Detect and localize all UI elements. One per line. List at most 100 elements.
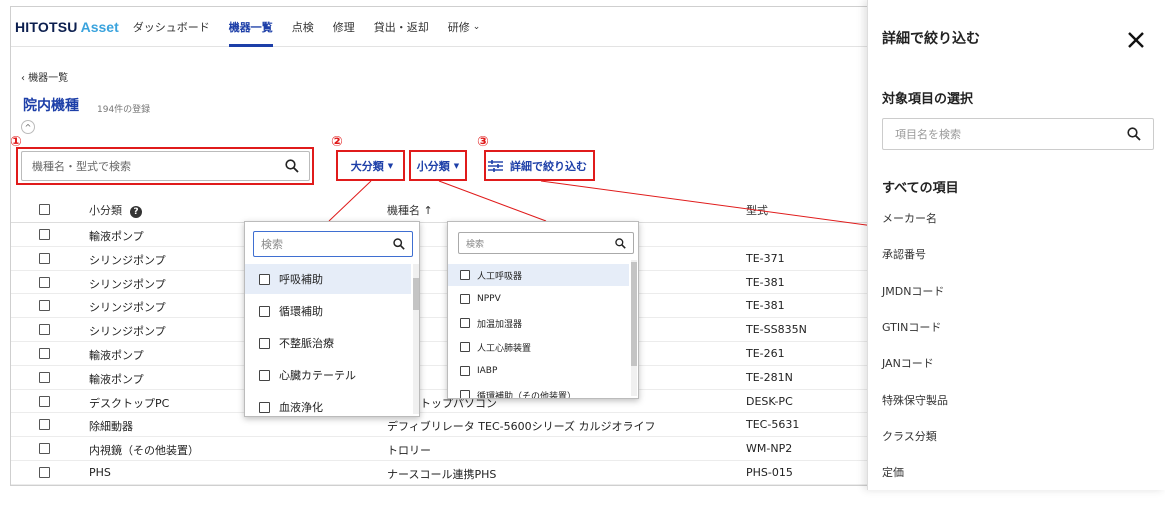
major-scroll-thumb[interactable] (413, 278, 419, 310)
help-icon[interactable]: ? (130, 206, 142, 218)
minor-scroll-thumb[interactable] (631, 262, 637, 366)
page-title: 院内機種 (23, 98, 79, 114)
row-checkbox[interactable] (39, 371, 50, 383)
cell-model-no: WM-NP2 (746, 442, 793, 456)
row-checkbox[interactable] (39, 229, 50, 240)
option-checkbox[interactable] (460, 366, 470, 376)
row-checkbox[interactable] (39, 347, 50, 359)
major-option[interactable]: 循環補助 (245, 296, 411, 326)
minor-option[interactable]: IABP (448, 360, 629, 382)
search-input[interactable]: 機種名・型式で検索 (21, 151, 310, 181)
table-row[interactable]: 輸液ポンプ TE-281N (11, 366, 881, 390)
select-all-checkbox[interactable] (39, 204, 50, 215)
row-checkbox[interactable] (39, 419, 50, 431)
nav-repair[interactable]: 修理 (333, 7, 355, 47)
nav-dashboard[interactable]: ダッシュボード (133, 7, 210, 47)
minor-option[interactable]: 循環補助（その他装置） (448, 384, 629, 398)
search-placeholder: 機種名・型式で検索 (32, 160, 131, 173)
row-checkbox[interactable] (39, 443, 50, 455)
annotation-number-3: ③ (477, 134, 489, 150)
option-checkbox[interactable] (259, 337, 270, 349)
column-category[interactable]: 小分類? (89, 202, 142, 218)
cell-category: 輸液ポンプ (89, 230, 144, 243)
major-option[interactable]: 不整脈治療 (245, 328, 411, 358)
panel-search-placeholder: 項目名を検索 (895, 128, 961, 141)
collapse-button[interactable]: ^ (21, 120, 35, 134)
minor-search-input[interactable]: 検索 (458, 232, 634, 254)
major-category-dropdown[interactable]: 大分類 ▼ (344, 154, 400, 178)
table-row[interactable]: 輸液ポンプ TE-261 (11, 342, 881, 366)
option-checkbox[interactable] (259, 401, 270, 413)
table-row[interactable]: 除細動器 デフィブリレータ TEC-5600シリーズ カルジオライフ TEC-563… (11, 413, 881, 438)
table-row[interactable]: PHS ナースコール連携PHS PHS-015 (11, 461, 881, 485)
minor-option[interactable]: 人工呼吸器 (448, 264, 629, 286)
table-row[interactable]: シリンジポンプ TE-SS835N (11, 318, 881, 342)
option-checkbox[interactable] (460, 318, 470, 328)
search-icon (285, 159, 299, 173)
cell-model-no: DESK-PC (746, 394, 793, 408)
panel-field-option[interactable]: クラス分類 (882, 428, 937, 444)
option-checkbox[interactable] (460, 390, 470, 398)
option-checkbox[interactable] (460, 342, 470, 352)
panel-field-option[interactable]: 定価 (882, 464, 904, 480)
option-label: 呼吸補助 (279, 273, 323, 286)
panel-field-option[interactable]: 承認番号 (882, 246, 926, 262)
nav-lending[interactable]: 貸出・返却 (374, 7, 429, 47)
cell-category: シリンジポンプ (89, 253, 166, 267)
table-row[interactable]: 輸液ポンプ (11, 223, 881, 247)
column-model-no[interactable]: 型式 (746, 202, 768, 218)
minor-category-menu: 検索 人工呼吸器 NPPV 加温加湿器 人工心肺装置 IABP 循環補助（その他装置） (447, 221, 639, 399)
minor-category-dropdown[interactable]: 小分類 ▼ (412, 154, 464, 178)
option-checkbox[interactable] (259, 369, 270, 381)
major-option[interactable]: 内視鏡 (245, 416, 411, 417)
row-checkbox[interactable] (39, 466, 50, 478)
row-checkbox[interactable] (39, 300, 50, 312)
nav-training-label: 研修 (447, 20, 470, 34)
record-count: 194件の登録 (97, 105, 151, 115)
option-checkbox[interactable] (460, 294, 470, 304)
logo[interactable]: HITOTSU Asset (15, 19, 119, 35)
annotation-number-2: ② (331, 134, 343, 150)
close-icon[interactable] (1127, 31, 1145, 49)
cell-model-no: TE-261 (746, 346, 785, 360)
table-row[interactable]: シリンジポンプ TE-371 (11, 247, 881, 271)
major-search-input[interactable]: 検索 (253, 231, 413, 257)
panel-search-input[interactable]: 項目名を検索 (882, 118, 1154, 150)
cell-category: 輸液ポンプ (89, 348, 144, 362)
caret-down-icon: ▼ (453, 162, 460, 170)
row-checkbox[interactable] (39, 395, 50, 407)
panel-field-option[interactable]: JANコード (882, 355, 934, 371)
table-row[interactable]: デスクトップPC デスクトップパソコン DESK-PC (11, 390, 881, 414)
option-checkbox[interactable] (259, 273, 270, 285)
major-option[interactable]: 呼吸補助 (245, 264, 411, 294)
panel-field-option[interactable]: 特殊保守製品 (882, 392, 948, 408)
minor-option[interactable]: 人工心肺装置 (448, 336, 629, 358)
nav-training[interactable]: 研修 ⌄ (448, 7, 481, 47)
major-option[interactable]: 心臓カテーテル (245, 360, 411, 390)
advanced-filter-label: 詳細で絞り込む (510, 160, 587, 173)
breadcrumb[interactable]: ‹ 機器一覧 (21, 69, 68, 84)
cell-model-name: ナースコール連携PHS (387, 467, 497, 481)
minor-search-placeholder: 検索 (466, 239, 485, 250)
row-checkbox[interactable] (39, 324, 50, 336)
cell-model-no: TE-381 (746, 275, 785, 289)
major-option[interactable]: 血液浄化 (245, 392, 411, 416)
panel-field-option[interactable]: GTINコード (882, 319, 941, 335)
option-checkbox[interactable] (259, 305, 270, 317)
advanced-filter-button[interactable]: 詳細で絞り込む (488, 154, 587, 178)
minor-option[interactable]: NPPV (448, 288, 629, 310)
option-checkbox[interactable] (460, 270, 470, 280)
table-row[interactable]: シリンジポンプ TE-381 (11, 271, 881, 295)
minor-option[interactable]: 加温加湿器 (448, 312, 629, 334)
major-category-label: 大分類 (350, 160, 384, 173)
table-row[interactable]: 内視鏡（その他装置） トロリー WM-NP2 (11, 437, 881, 461)
row-checkbox[interactable] (39, 252, 50, 264)
panel-field-option[interactable]: メーカー名 (882, 210, 937, 226)
logo-main: HITOTSU (15, 18, 78, 35)
panel-field-option[interactable]: JMDNコード (882, 283, 944, 299)
table-row[interactable]: シリンジポンプ TE-381 (11, 294, 881, 319)
row-checkbox[interactable] (39, 276, 50, 288)
nav-inspection[interactable]: 点検 (292, 7, 314, 47)
column-model-name[interactable]: 機種名 ↑ (387, 202, 433, 218)
nav-equipment-list[interactable]: 機器一覧 (228, 7, 273, 47)
